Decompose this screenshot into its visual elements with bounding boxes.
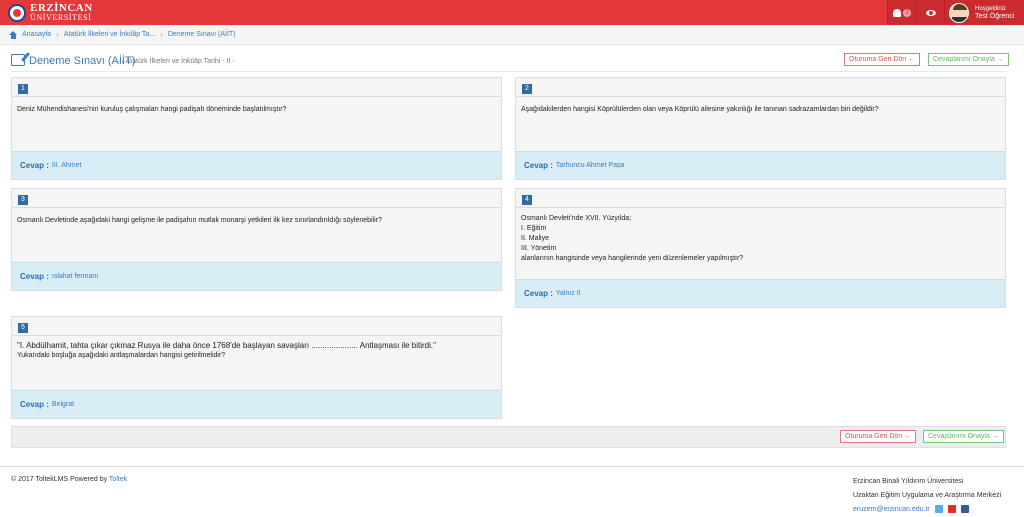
answer-value: Tarhuncu Ahmet Paşa: [555, 162, 625, 169]
arrow-left-icon: ←: [904, 433, 912, 440]
question-text: Osmanlı Devleti'nde XVII. Yüzyılda; I. E…: [516, 207, 1005, 279]
user-name: Test Öğrenci: [975, 12, 1015, 20]
answer-label: Cevap :: [524, 289, 553, 298]
facebook-icon[interactable]: [960, 505, 969, 514]
breadcrumb: Anasayfa › Atatürk İlkeleri ve İnkılâp T…: [0, 25, 1024, 45]
university-name: Erzincan Binali Yıldırım Üniversitesi: [853, 478, 964, 485]
question-number: 1: [18, 84, 28, 94]
page-title: Deneme Sınavı (AİİT): [29, 55, 136, 67]
notification-count-badge: 3: [903, 8, 911, 17]
question-number: 2: [522, 84, 532, 94]
email-link[interactable]: eruzem@erzincan.edu.tr: [853, 506, 930, 513]
edit-icon: [11, 54, 25, 66]
answer-value: ıslahat fermanı: [51, 273, 99, 280]
logo-line2: ÜNİVERSİTESİ: [30, 12, 92, 22]
question-text: Aşağıdakilerden hangisi Köprülülerden ol…: [516, 96, 1005, 151]
question-card: 2 Aşağıdakilerden hangisi Köprülülerden …: [515, 77, 1006, 180]
bell-icon: [893, 8, 902, 17]
answer-value: Belgrat: [51, 401, 75, 408]
logo-line1: ERZİNCAN: [30, 1, 93, 14]
question-number: 3: [18, 195, 28, 205]
home-icon: [9, 30, 18, 39]
copyright: © 2017 ToltekLMS Powered by Toltek: [11, 476, 128, 483]
university-logo[interactable]: ERZİNCAN ÜNİVERSİTESİ: [8, 2, 93, 23]
arrow-right-icon: →: [991, 433, 999, 440]
question-text: "I. Abdülhamit, tahta çıkar çıkmaz Rusya…: [12, 335, 501, 390]
center-name: Uzaktan Eğitim Uygulama ve Araştırma Mer…: [853, 492, 1002, 499]
view-button[interactable]: [916, 0, 944, 25]
user-menu[interactable]: Hoşgeldiniz Test Öğrenci: [944, 0, 1024, 25]
back-to-session-button[interactable]: Oturuma Geri Dön ←: [844, 53, 921, 66]
page-subtitle: / Atatürk İlkeleri ve İnkılâp Tarihi - I…: [122, 58, 235, 65]
answer-bar: Cevap : III. Ahmet: [12, 151, 501, 179]
question-number: 5: [18, 323, 28, 333]
youtube-icon[interactable]: [947, 505, 956, 514]
answer-label: Cevap :: [20, 400, 49, 409]
question-card: 4 Osmanlı Devleti'nde XVII. Yüzyılda; I.…: [515, 188, 1006, 308]
question-number: 4: [522, 195, 532, 205]
question-card: 1 Deniz Mühendishanesi'nin kuruluş çalış…: [11, 77, 502, 180]
greeting-text: Hoşgeldiniz: [975, 5, 1007, 12]
question-card: 5 "I. Abdülhamit, tahta çıkar çıkmaz Rus…: [11, 316, 502, 419]
confirm-answers-button[interactable]: Cevaplarımı Onayla →: [928, 53, 1009, 66]
answer-bar: Cevap : Belgrat: [12, 390, 501, 418]
answer-bar: Cevap : Yalnız II: [516, 279, 1005, 307]
question-card: 3 Osmanlı Devletinde aşağıdaki hangi gel…: [11, 188, 502, 291]
answer-label: Cevap :: [524, 161, 553, 170]
answer-value: III. Ahmet: [51, 162, 82, 169]
avatar: [949, 2, 969, 23]
answer-value: Yalnız II: [555, 290, 581, 297]
eye-icon: [925, 9, 936, 16]
confirm-answers-button-bottom[interactable]: Cevaplarımı Onayla →: [923, 430, 1004, 443]
chevron-right-icon: ›: [160, 30, 163, 39]
twitter-icon[interactable]: [934, 505, 943, 514]
toltek-link[interactable]: Toltek: [109, 476, 127, 483]
chevron-right-icon: ›: [56, 30, 59, 39]
question-text: Deniz Mühendishanesi'nin kuruluş çalışma…: [12, 96, 501, 151]
arrow-left-icon: ←: [908, 56, 916, 63]
back-to-session-button-bottom[interactable]: Oturuma Geri Dön ←: [840, 430, 917, 443]
breadcrumb-home[interactable]: Anasayfa: [22, 31, 51, 38]
answer-label: Cevap :: [20, 272, 49, 281]
breadcrumb-current[interactable]: Deneme Sınavı (AİİT): [168, 31, 236, 38]
university-seal-icon: [8, 3, 26, 22]
breadcrumb-course[interactable]: Atatürk İlkeleri ve İnkılâp Ta...: [64, 31, 155, 38]
top-navbar: ERZİNCAN ÜNİVERSİTESİ 3 Hoşgeldiniz Test…: [0, 0, 1024, 25]
answer-bar: Cevap : Tarhuncu Ahmet Paşa: [516, 151, 1005, 179]
question-text: Osmanlı Devletinde aşağıdaki hangi geliş…: [12, 207, 501, 262]
answer-label: Cevap :: [20, 161, 49, 170]
arrow-right-icon: →: [996, 56, 1004, 63]
answer-bar: Cevap : ıslahat fermanı: [12, 262, 501, 290]
footer: © 2017 ToltekLMS Powered by Toltek Erzin…: [0, 466, 1024, 514]
notifications-button[interactable]: 3: [887, 0, 916, 25]
